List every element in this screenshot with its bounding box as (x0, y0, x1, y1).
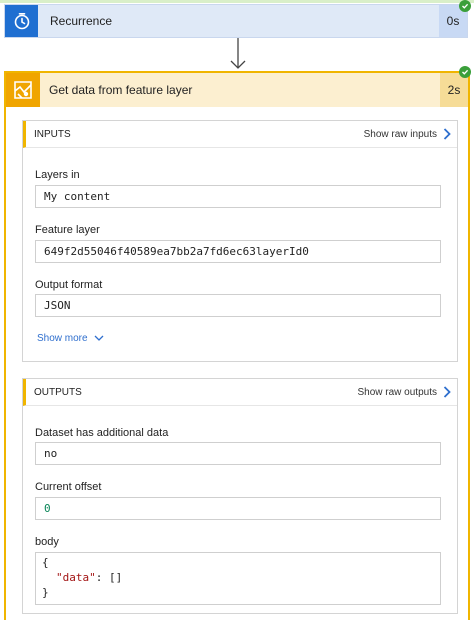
outputs-title: OUTPUTS (34, 386, 82, 398)
json-colon: : (95, 571, 109, 584)
feature-layer-step-card: Get data from feature layer 2s INPUTS Sh… (4, 71, 470, 620)
json-key: "data" (56, 571, 96, 584)
show-more-label: Show more (37, 333, 88, 344)
json-value: [] (109, 571, 123, 584)
feature-layer-value: 649f2d55046f40589ea7bb2a7fd6ec63layerId0 (35, 240, 441, 263)
chevron-right-icon (443, 128, 451, 140)
recurrence-card[interactable]: Recurrence 0s (4, 4, 468, 38)
current-offset-label: Current offset (35, 481, 102, 493)
clock-icon (5, 5, 38, 37)
recurrence-title: Recurrence (50, 14, 113, 28)
layers-in-value: My content (35, 185, 441, 208)
outputs-section: OUTPUTS Show raw outputs Dataset has add… (22, 378, 458, 614)
show-raw-outputs-link[interactable]: Show raw outputs (358, 386, 452, 398)
show-raw-inputs-label: Show raw inputs (363, 128, 437, 140)
additional-data-value: no (35, 442, 441, 465)
connector-arrow-icon (230, 38, 246, 69)
step-title: Get data from feature layer (49, 83, 193, 97)
output-format-value: JSON (35, 294, 441, 317)
show-raw-inputs-link[interactable]: Show raw inputs (364, 128, 451, 140)
inputs-section: INPUTS Show raw inputs Layers in My cont… (22, 120, 458, 362)
recurrence-success-icon (459, 0, 471, 12)
json-open-brace: { (42, 556, 49, 569)
step-duration: 2s (440, 73, 468, 107)
body-json-viewer: { "data": [] } (35, 552, 441, 605)
inputs-header: INPUTS Show raw inputs (23, 121, 457, 148)
inputs-title: INPUTS (34, 128, 71, 140)
current-offset-value: 0 (35, 497, 441, 520)
body-label: body (35, 536, 59, 548)
show-more-link[interactable]: Show more (37, 333, 104, 344)
layers-in-label: Layers in (35, 169, 80, 181)
feature-layer-icon (6, 73, 40, 107)
json-close-brace: } (42, 586, 49, 599)
step-header[interactable]: Get data from feature layer 2s (6, 73, 468, 107)
feature-layer-label: Feature layer (35, 224, 100, 236)
outputs-header: OUTPUTS Show raw outputs (23, 379, 457, 406)
chevron-right-icon (443, 386, 451, 398)
step-success-icon (459, 66, 471, 78)
additional-data-label: Dataset has additional data (35, 427, 169, 439)
json-data-line: "data": [] (42, 570, 434, 585)
show-raw-outputs-label: Show raw outputs (357, 386, 438, 398)
output-format-label: Output format (35, 279, 103, 291)
chevron-down-icon (94, 335, 104, 341)
top-strip (0, 0, 474, 3)
